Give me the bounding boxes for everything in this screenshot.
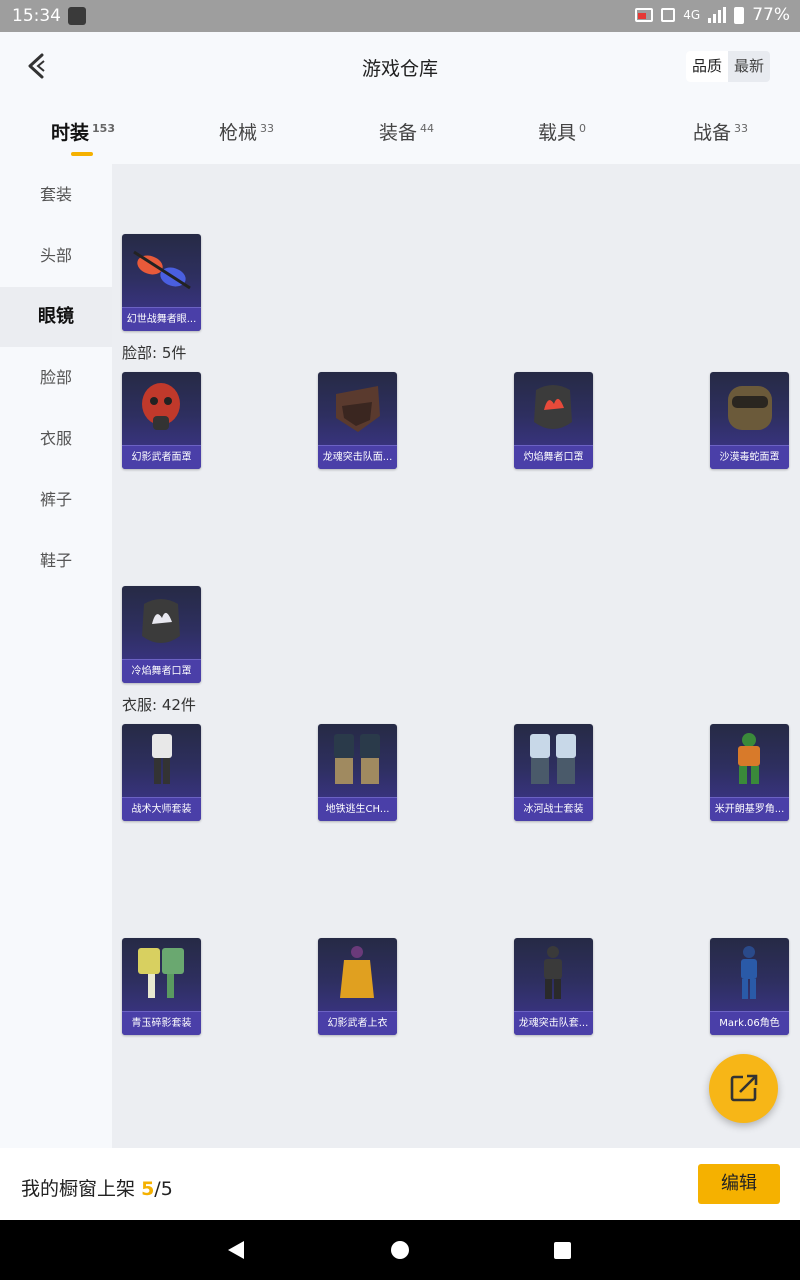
status-time: 15:34: [12, 6, 61, 26]
tab-count: 153: [92, 121, 115, 135]
outfit-item-icon: [138, 948, 184, 998]
share-button[interactable]: [709, 1054, 778, 1123]
sort-latest-button[interactable]: 最新: [728, 51, 770, 82]
item-card[interactable]: 龙魂突击队套...: [514, 938, 593, 1035]
item-card[interactable]: 幻影武者面罩: [122, 372, 201, 469]
mask-item-icon: [336, 386, 380, 432]
showcase-label: 我的橱窗上架: [21, 1178, 136, 1200]
nav-home-icon[interactable]: [390, 1240, 410, 1260]
tab-vehicles[interactable]: 载具 0: [538, 118, 586, 145]
item-label: 龙魂突击队套...: [514, 1011, 593, 1035]
sidebar: 套装 头部 眼镜 脸部 衣服 裤子 鞋子: [0, 164, 112, 1148]
item-label: Mark.06角色: [710, 1011, 789, 1035]
item-label: 幻世战舞者眼...: [122, 307, 201, 331]
category-tabs: 时装 153 枪械 33 装备 44 载具 0 战备 33: [0, 102, 800, 164]
item-label: 冰河战士套装: [514, 797, 593, 821]
outfit-item-icon: [152, 734, 172, 784]
glasses-item-icon: [133, 250, 191, 290]
edit-button[interactable]: 编辑: [698, 1164, 780, 1204]
status-indicators: 4G 77%: [635, 5, 790, 25]
section-title-face: 脸部: 5件: [122, 344, 187, 362]
showcase-status: 我的橱窗上架 5/5: [21, 1174, 173, 1201]
tab-count: 33: [260, 121, 275, 135]
app-header: 游戏仓库 品质 最新: [0, 32, 800, 102]
item-label: 沙漠毒蛇面罩: [710, 445, 789, 469]
tab-count: 0: [579, 121, 587, 135]
item-card[interactable]: 灼焰舞者口罩: [514, 372, 593, 469]
item-card[interactable]: 地铁逃生CH...: [318, 724, 397, 821]
sidebar-item-glasses[interactable]: 眼镜: [0, 287, 112, 347]
sidebar-item-face[interactable]: 脸部: [0, 348, 112, 408]
notification-icon: [68, 7, 86, 25]
tab-guns[interactable]: 枪械 33: [219, 118, 274, 145]
item-card[interactable]: 冷焰舞者口罩: [122, 586, 201, 683]
item-label: 龙魂突击队面...: [318, 445, 397, 469]
item-grid: 幻世战舞者眼... 脸部: 5件 幻影武者面罩 龙魂突击队面... 灼焰舞者口罩…: [112, 164, 800, 1148]
item-card[interactable]: 青玉碎影套装: [122, 938, 201, 1035]
outfit-item-icon: [340, 946, 374, 998]
item-label: 幻影武者上衣: [318, 1011, 397, 1035]
tab-count: 33: [734, 121, 749, 135]
nav-back-icon[interactable]: [226, 1240, 246, 1260]
outfit-item-icon: [334, 734, 380, 784]
outfit-item-icon: [544, 946, 562, 999]
tab-count: 44: [420, 121, 435, 135]
battery-icon: [734, 6, 745, 24]
mask-item-icon: [728, 386, 772, 430]
page-title: 游戏仓库: [361, 58, 438, 80]
outfit-item-icon: [741, 946, 757, 999]
sidebar-item-clothes[interactable]: 衣服: [0, 409, 112, 469]
tab-fashion[interactable]: 时装 153: [51, 118, 115, 156]
system-nav-bar: [0, 1220, 800, 1280]
item-label: 青玉碎影套装: [122, 1011, 201, 1035]
sidebar-item-suit[interactable]: 套装: [0, 165, 112, 225]
network-type: 4G: [683, 8, 701, 22]
vibrate-icon: [661, 8, 676, 22]
mask-item-icon: [142, 383, 180, 430]
mask-item-icon: [142, 599, 180, 643]
showcase-count-total: /5: [154, 1178, 173, 1200]
tab-equipment[interactable]: 装备 44: [379, 118, 434, 145]
item-label: 幻影武者面罩: [122, 445, 201, 469]
battery-level: 77%: [752, 5, 790, 25]
nav-recents-icon[interactable]: [553, 1241, 572, 1260]
sidebar-item-head[interactable]: 头部: [0, 226, 112, 286]
item-label: 冷焰舞者口罩: [122, 659, 201, 683]
tab-supplies[interactable]: 战备 33: [693, 118, 748, 145]
share-export-icon: [730, 1072, 759, 1102]
showcase-bar: 我的橱窗上架 5/5 编辑: [0, 1148, 800, 1220]
sort-quality-button[interactable]: 品质: [685, 51, 728, 82]
outfit-item-icon: [530, 734, 576, 784]
item-label: 战术大师套装: [122, 797, 201, 821]
mask-item-icon: [534, 385, 572, 429]
showcase-count-current: 5: [141, 1178, 155, 1200]
item-label: 米开朗基罗角...: [710, 797, 789, 821]
item-card[interactable]: 米开朗基罗角...: [710, 724, 789, 821]
item-card[interactable]: 龙魂突击队面...: [318, 372, 397, 469]
item-card[interactable]: 战术大师套装: [122, 724, 201, 821]
item-card[interactable]: Mark.06角色: [710, 938, 789, 1035]
status-bar: 15:34 4G 77%: [0, 0, 800, 32]
item-label: 灼焰舞者口罩: [514, 445, 593, 469]
section-title-clothes: 衣服: 42件: [122, 696, 196, 714]
item-card[interactable]: 沙漠毒蛇面罩: [710, 372, 789, 469]
outfit-item-icon: [738, 733, 760, 784]
item-card[interactable]: 幻影武者上衣: [318, 938, 397, 1035]
item-card[interactable]: 幻世战舞者眼...: [122, 234, 201, 331]
cast-icon: [635, 8, 654, 22]
sort-toggle: 品质 最新: [685, 51, 770, 82]
item-label: 地铁逃生CH...: [318, 797, 397, 821]
sidebar-item-shoes[interactable]: 鞋子: [0, 531, 112, 591]
signal-icon: [708, 7, 727, 23]
item-card[interactable]: 冰河战士套装: [514, 724, 593, 821]
sidebar-item-pants[interactable]: 裤子: [0, 470, 112, 530]
